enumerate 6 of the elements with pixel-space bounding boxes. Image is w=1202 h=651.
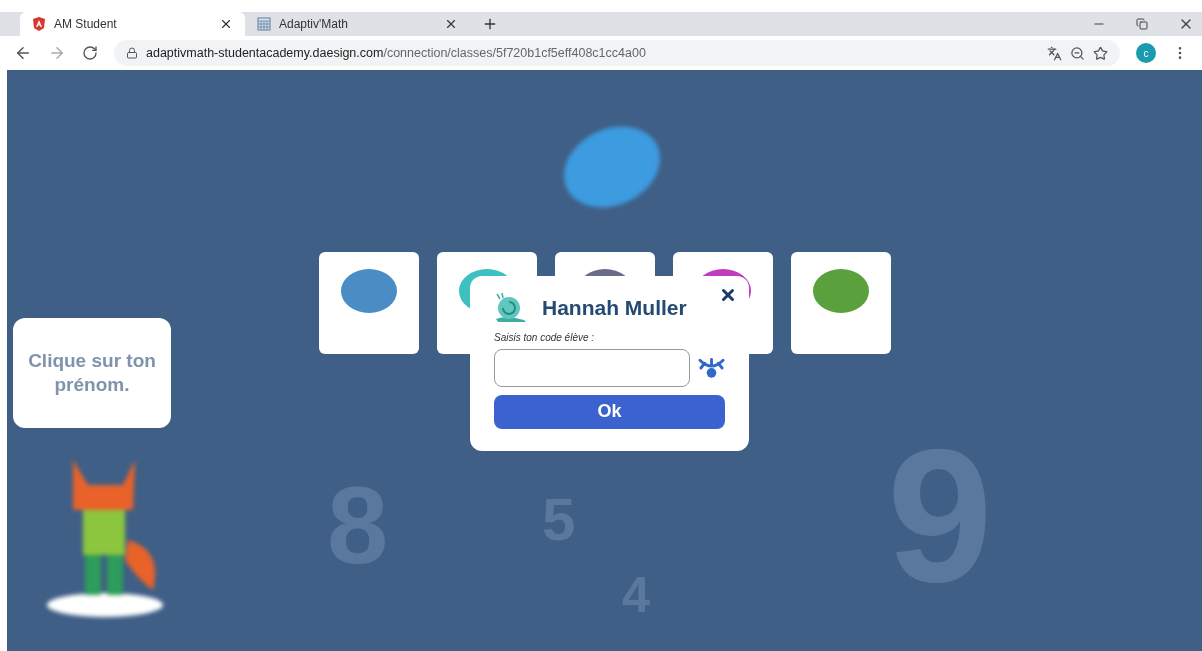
tab-title: Adaptiv'Math [279, 16, 349, 33]
dialog-title: Hannah Muller [542, 295, 687, 321]
tab-title: AM Student [54, 16, 118, 33]
url-text: adaptivmath-studentacademy.daesign.com/connection/classes/5f720b1cf5eff408c1cc4a00 [146, 44, 647, 62]
code-prompt: Saisis ton code élève : [494, 330, 596, 345]
bubble-text: Clique sur ton prénom. [27, 349, 157, 397]
